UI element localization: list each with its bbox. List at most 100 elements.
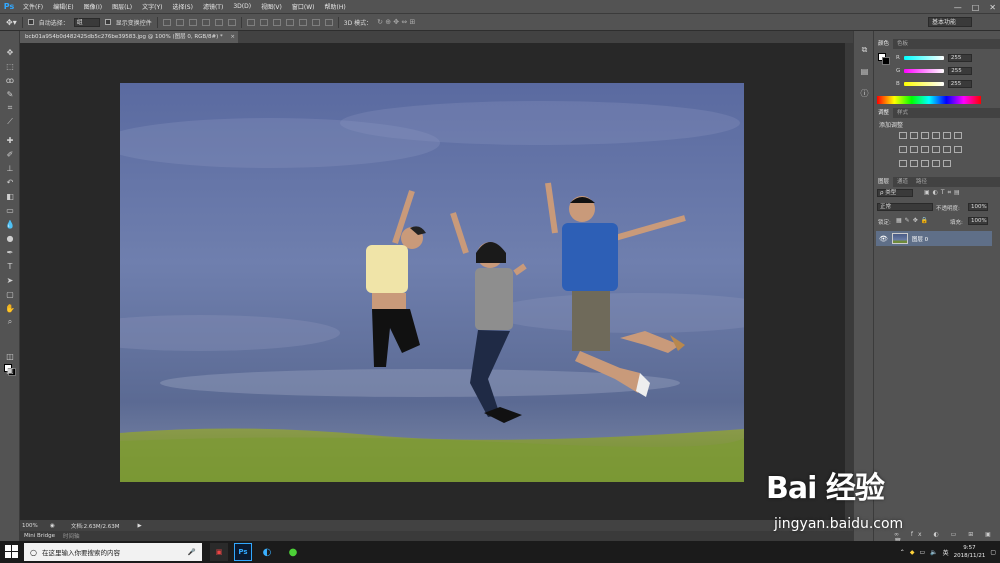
eye-icon[interactable]: 👁 xyxy=(879,235,888,243)
ime-indicator[interactable]: 英 xyxy=(943,548,949,557)
align-vcenter-icon[interactable] xyxy=(175,18,184,26)
blue-slider[interactable] xyxy=(903,82,944,86)
align-bottom-icon[interactable] xyxy=(188,18,197,26)
blue-value-input[interactable]: 255 xyxy=(947,80,972,88)
menu-filter[interactable]: 滤镜(T) xyxy=(198,2,228,11)
align-hcenter-icon[interactable] xyxy=(214,18,223,26)
shape-tool-icon[interactable]: ▢ xyxy=(4,289,16,299)
gradient-tool-icon[interactable]: ▭ xyxy=(4,205,16,215)
microphone-icon[interactable]: 🎤 xyxy=(188,548,196,556)
distribute-vcenter-icon[interactable] xyxy=(259,18,268,26)
tray-arrow-icon[interactable]: ⌃ xyxy=(900,549,905,556)
taskbar-search[interactable]: ○ 在这里输入你要搜索的内容 🎤 xyxy=(24,543,202,561)
menu-layer[interactable]: 图层(L) xyxy=(107,2,137,11)
menu-image[interactable]: 图像(I) xyxy=(79,2,107,11)
notification-icon[interactable]: ▢ xyxy=(990,549,996,556)
layer-filter-dropdown[interactable]: ρ 类型 xyxy=(877,189,913,197)
tab-swatches[interactable]: 色板 xyxy=(893,39,912,49)
distribute-left-icon[interactable] xyxy=(285,18,294,26)
color-lookup-icon[interactable] xyxy=(954,146,962,153)
tab-channels[interactable]: 通道 xyxy=(893,177,912,187)
channel-mixer-icon[interactable] xyxy=(943,146,951,153)
auto-select-checkbox[interactable] xyxy=(27,19,34,25)
levels-icon[interactable] xyxy=(910,132,918,139)
auto-select-dropdown[interactable]: 组 xyxy=(73,17,100,27)
align-left-icon[interactable] xyxy=(201,18,210,26)
info-panel-icon[interactable]: ⓘ xyxy=(859,88,870,98)
quick-mask-icon[interactable]: ◫ xyxy=(4,351,16,361)
lasso-tool-icon[interactable]: ꝏ xyxy=(4,75,16,85)
tab-adjustments[interactable]: 调整 xyxy=(874,108,894,118)
distribute-right-icon[interactable] xyxy=(311,18,320,26)
pen-tool-icon[interactable]: ✒ xyxy=(4,247,16,257)
zoom-tool-icon[interactable]: ⌕ xyxy=(4,317,16,327)
status-menu-arrow-icon[interactable]: ▶ xyxy=(138,523,142,529)
move-tool-icon[interactable]: ✥▾ xyxy=(6,18,17,27)
color-balance-icon[interactable] xyxy=(910,146,918,153)
green-value-input[interactable]: 255 xyxy=(948,67,973,75)
marquee-tool-icon[interactable]: ⬚ xyxy=(4,61,16,71)
document-tab[interactable]: bcb01a954b0d482425db5c276be39583.jpg @ 1… xyxy=(20,31,238,43)
tab-mini-bridge[interactable]: Mini Bridge xyxy=(24,533,55,539)
eraser-tool-icon[interactable]: ◧ xyxy=(4,191,16,201)
brush-tool-icon[interactable]: ✐ xyxy=(4,149,16,159)
properties-panel-icon[interactable]: ▤ xyxy=(859,67,870,77)
vertical-scrollbar[interactable] xyxy=(845,43,853,520)
layer-name[interactable]: 图层 0 xyxy=(912,235,928,243)
blur-tool-icon[interactable]: 💧 xyxy=(4,219,16,229)
selective-color-icon[interactable] xyxy=(943,160,951,167)
fill-input[interactable]: 100% xyxy=(968,217,988,225)
menu-view[interactable]: 视图(V) xyxy=(256,2,287,11)
exposure-icon[interactable] xyxy=(932,132,940,139)
tab-layers[interactable]: 图层 xyxy=(874,177,894,187)
tab-styles[interactable]: 样式 xyxy=(893,108,912,118)
history-brush-icon[interactable]: ↶ xyxy=(4,177,16,187)
status-info-icon[interactable]: ◉ xyxy=(50,523,55,529)
align-right-icon[interactable] xyxy=(227,18,236,26)
lock-icons[interactable]: ▦✎✥🔒 xyxy=(896,217,931,224)
blend-mode-dropdown[interactable]: 正常 xyxy=(877,203,933,211)
network-icon[interactable]: ▭ xyxy=(919,549,925,556)
tab-color[interactable]: 颜色 xyxy=(874,39,894,49)
red-slider[interactable] xyxy=(903,56,944,60)
menu-select[interactable]: 选择(S) xyxy=(167,2,198,11)
distribute-top-icon[interactable] xyxy=(246,18,255,26)
layer-item[interactable]: 👁 图层 0 xyxy=(876,231,992,246)
browser-icon[interactable]: ◐ xyxy=(258,543,276,561)
wechat-icon[interactable]: ● xyxy=(284,543,302,561)
type-tool-icon[interactable]: T xyxy=(4,261,16,271)
clone-stamp-icon[interactable]: ⊥ xyxy=(4,163,16,173)
menu-help[interactable]: 帮助(H) xyxy=(320,2,351,11)
close-window-button[interactable]: ✕ xyxy=(989,3,996,12)
move-tool-icon[interactable]: ✥ xyxy=(4,47,16,57)
path-select-tool-icon[interactable]: ➤ xyxy=(4,275,16,285)
eyedropper-tool-icon[interactable]: ⟋ xyxy=(4,117,16,127)
align-top-icon[interactable] xyxy=(162,18,171,26)
clock[interactable]: 9:57 2018/11/21 xyxy=(954,544,986,560)
opacity-input[interactable]: 100% xyxy=(968,203,988,211)
close-document-icon[interactable]: × xyxy=(230,31,235,43)
volume-icon[interactable]: 🔈 xyxy=(930,549,937,556)
zoom-level[interactable]: 100% xyxy=(20,523,44,529)
menu-file[interactable]: 文件(F) xyxy=(18,2,48,11)
photoshop-taskbar-icon[interactable]: Ps xyxy=(234,543,252,561)
history-panel-icon[interactable]: ⧉ xyxy=(859,45,870,55)
posterize-icon[interactable] xyxy=(910,160,918,167)
menu-window[interactable]: 窗口(W) xyxy=(287,2,320,11)
vibrance-icon[interactable] xyxy=(943,132,951,139)
workspace-dropdown[interactable]: 基本功能 xyxy=(928,17,972,27)
tab-paths[interactable]: 路径 xyxy=(912,177,931,187)
menu-3d[interactable]: 3D(D) xyxy=(228,3,256,10)
gradient-map-icon[interactable] xyxy=(932,160,940,167)
3d-rotate-icon[interactable]: ↻ ⊕ ✥ ⇔ ⊞ xyxy=(377,18,415,26)
hue-saturation-icon[interactable] xyxy=(899,146,907,153)
photo-app-icon[interactable]: ▣ xyxy=(210,543,228,561)
menu-type[interactable]: 文字(Y) xyxy=(137,2,167,11)
invert-icon[interactable] xyxy=(899,160,907,167)
green-slider[interactable] xyxy=(904,69,945,73)
layer-filter-icons[interactable]: ▣◐T⌗▤ xyxy=(924,189,963,197)
shield-icon[interactable]: ◆ xyxy=(910,549,915,556)
screen-mode-icon[interactable]: ▣ xyxy=(4,365,16,375)
color-background-swatch[interactable] xyxy=(882,57,890,65)
threshold-icon[interactable] xyxy=(921,160,929,167)
